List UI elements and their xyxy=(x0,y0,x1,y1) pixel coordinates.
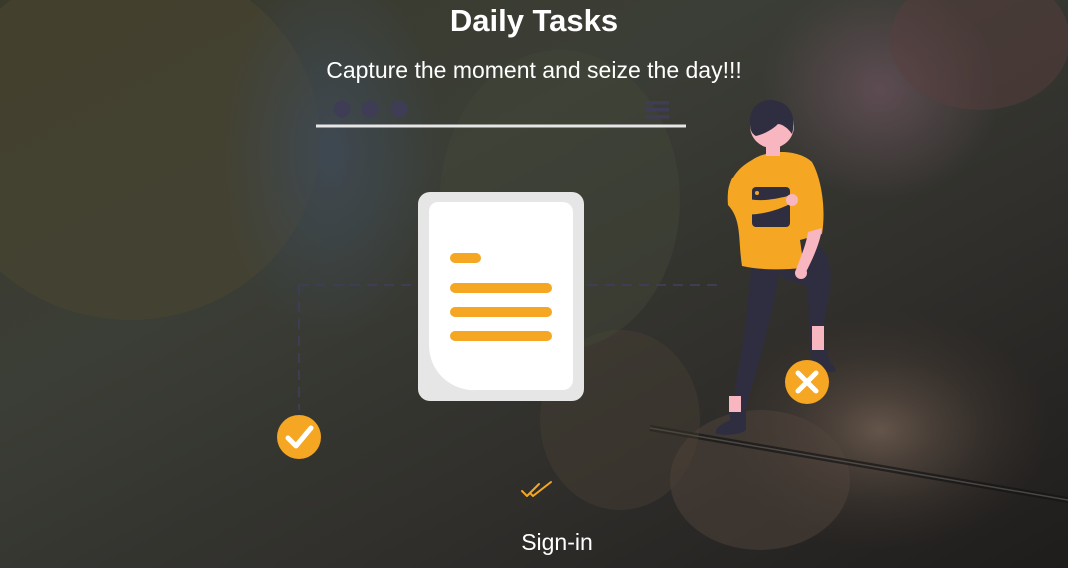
window-bar-graphic xyxy=(316,100,686,128)
menu-icon xyxy=(645,101,669,119)
double-check-icon xyxy=(521,481,552,497)
document-graphic xyxy=(418,192,584,401)
x-circle-icon xyxy=(785,360,829,404)
sign-in-button[interactable]: Sign-in xyxy=(484,526,630,560)
checkmark-circle-icon xyxy=(277,415,321,459)
splash-screen: Daily Tasks Capture the moment and seize… xyxy=(0,0,1068,568)
